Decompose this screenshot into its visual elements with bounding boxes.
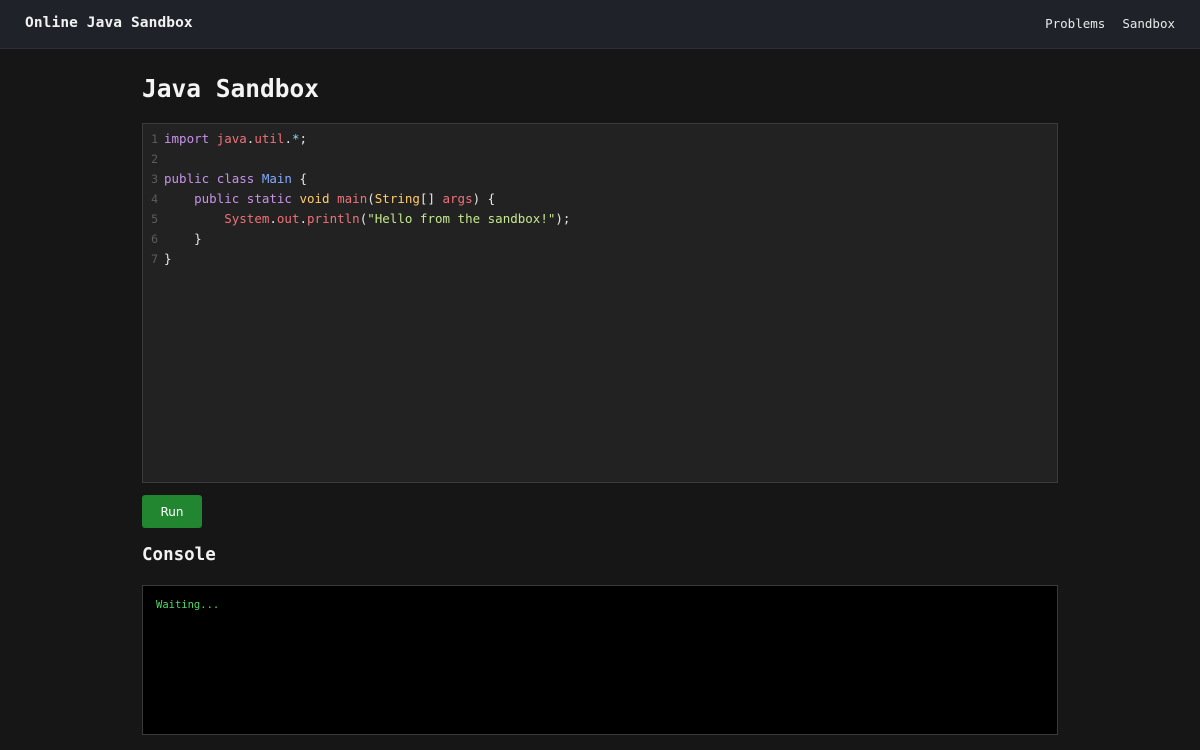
code-token: .: [284, 131, 292, 146]
code-token: main: [337, 191, 368, 206]
code-text: System.out.println("Hello from the sandb…: [164, 209, 570, 229]
code-line[interactable]: 6 }: [143, 229, 1057, 249]
code-token: void: [299, 191, 338, 206]
code-token: ) {: [472, 191, 496, 206]
code-token: args: [442, 191, 473, 206]
code-token: public: [194, 191, 247, 206]
nav-link-sandbox[interactable]: Sandbox: [1122, 16, 1175, 31]
line-number: 3: [151, 172, 158, 186]
code-token: out: [276, 211, 300, 226]
console-output: Waiting...: [142, 585, 1058, 735]
code-token: (: [367, 191, 375, 206]
run-button[interactable]: Run: [142, 495, 202, 528]
code-token: }: [164, 251, 172, 266]
top-navbar: Online Java Sandbox Problems Sandbox: [0, 0, 1200, 49]
code-line[interactable]: 1 import java.util.*;: [143, 129, 1057, 149]
brand-title[interactable]: Online Java Sandbox: [25, 15, 193, 31]
code-token: System: [224, 211, 270, 226]
code-token: {: [291, 171, 308, 186]
console-title: Console: [142, 545, 216, 565]
code-text: import java.util.*;: [164, 129, 307, 149]
code-token: );: [555, 211, 571, 226]
code-token: }: [164, 231, 202, 246]
code-token: import: [164, 131, 217, 146]
line-number: 4: [151, 192, 158, 206]
code-line[interactable]: 5 System.out.println("Hello from the san…: [143, 209, 1057, 229]
code-token: String: [374, 191, 420, 206]
line-number: 7: [151, 252, 158, 266]
code-line[interactable]: 4 public static void main(String[] args)…: [143, 189, 1057, 209]
line-number: 5: [151, 212, 158, 226]
nav-link-problems[interactable]: Problems: [1045, 16, 1105, 31]
console-text: Waiting...: [156, 599, 220, 611]
code-token: public: [164, 171, 217, 186]
page-title: Java Sandbox: [142, 74, 320, 103]
line-number: 6: [151, 232, 158, 246]
code-line[interactable]: 7}: [143, 249, 1057, 269]
code-text: }: [164, 249, 172, 269]
code-text: public static void main(String[] args) {: [164, 189, 495, 209]
nav-links: Problems Sandbox: [1045, 16, 1175, 31]
code-token: java: [216, 131, 247, 146]
line-number: 2: [151, 152, 158, 166]
code-text: }: [164, 229, 202, 249]
code-token: []: [419, 191, 443, 206]
code-line[interactable]: 3 public class Main {: [143, 169, 1057, 189]
code-token: println: [307, 211, 360, 226]
code-editor[interactable]: 1 import java.util.*; 2 3 public class Main …: [142, 123, 1058, 483]
code-line[interactable]: 2: [143, 149, 1057, 169]
code-token: Main: [261, 171, 292, 186]
line-number: 1: [151, 132, 158, 146]
code-token: *: [291, 131, 300, 146]
code-text: public class Main {: [164, 169, 307, 189]
code-token: static: [246, 191, 300, 206]
code-token: .: [299, 211, 308, 226]
code-token: ;: [299, 131, 308, 146]
code-token: util: [254, 131, 285, 146]
code-token: class: [216, 171, 262, 186]
code-token: .: [269, 211, 277, 226]
code-token: "Hello from the sandbox!": [367, 211, 556, 226]
